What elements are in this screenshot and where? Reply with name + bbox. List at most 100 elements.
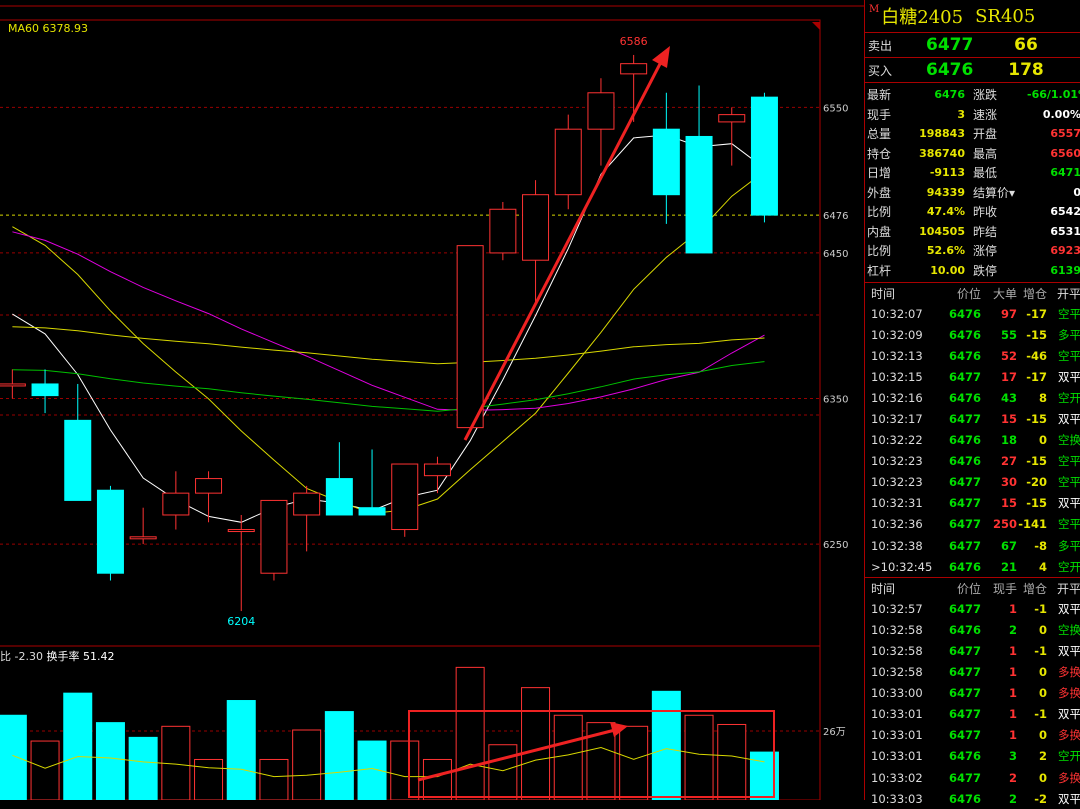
stats-row: 日增 -9113 最低 6471: [865, 163, 1080, 183]
tick-oi-change: -20: [1026, 475, 1047, 490]
stats-label[interactable]: 结算价▾: [965, 184, 1027, 201]
tick-time: 10:33:03: [871, 791, 923, 806]
tick-row[interactable]: 10:33:02 6477 2 0 多换: [865, 767, 1080, 788]
tick-row[interactable]: 10:32:15 6477 17 -17 双平: [865, 366, 1080, 387]
tick-row[interactable]: 10:32:58 6476 2 0 空换: [865, 619, 1080, 640]
ma10-line: [12, 170, 765, 515]
ticks-header: 时间 价位 现手 增仓 开平: [865, 578, 1080, 598]
tick-volume: 52: [1000, 348, 1017, 363]
candle-up: [195, 478, 223, 494]
tick-row[interactable]: 10:32:23 6477 30 -20 空平: [865, 472, 1080, 493]
stats-label: 比例: [867, 205, 892, 220]
tick-time: 10:32:07: [871, 306, 923, 321]
column-header: 增仓: [1022, 286, 1047, 301]
tick-row[interactable]: 10:32:58 6477 1 -1 双平: [865, 640, 1080, 661]
ask-row[interactable]: 卖出 6477 66: [865, 33, 1080, 58]
tick-oi-change: 0: [1038, 770, 1047, 785]
stats-value: 6531: [1050, 224, 1080, 238]
tick-volume: 30: [1000, 475, 1017, 490]
stats-value: 0.00%: [1042, 107, 1080, 121]
stats-value: 47.4%: [926, 205, 965, 219]
tick-oi-change: 2: [1038, 749, 1047, 764]
candle-up: [260, 499, 288, 574]
tick-time: 10:32:58: [871, 643, 923, 658]
stats-label: 日增: [867, 166, 892, 181]
tick-oi-change: -46: [1026, 348, 1047, 363]
tick-row[interactable]: 10:32:36 6477 250 -141 空平: [865, 514, 1080, 535]
stats-value: 198843: [919, 127, 965, 141]
kline-chart[interactable]: 6550 6476 6450 6350 6250 6586 6204 26万: [0, 0, 864, 800]
tick-open-close: 双平: [1058, 707, 1080, 722]
tick-time: 10:32:13: [871, 348, 923, 363]
stats-label: 涨停: [973, 244, 998, 259]
tick-price: 6477: [948, 707, 981, 722]
tick-row[interactable]: 10:32:16 6476 43 8 空开: [865, 387, 1080, 408]
tick-row[interactable]: 10:32:31 6477 15 -15 双平: [865, 493, 1080, 514]
tick-row[interactable]: 10:32:07 6476 97 -17 空平: [865, 303, 1080, 324]
tick-row[interactable]: 10:32:58 6477 1 0 多换: [865, 662, 1080, 683]
tick-oi-change: 0: [1038, 728, 1047, 743]
tick-volume: 2: [1008, 622, 1017, 637]
tick-open-close: 空平: [1058, 517, 1080, 532]
price-axis-label: 6550: [823, 103, 848, 114]
tick-price: 6476: [948, 348, 981, 363]
volume-bar-down: [0, 714, 27, 800]
tick-row[interactable]: 10:32:17 6477 15 -15 双平: [865, 408, 1080, 429]
tick-price: 6477: [948, 517, 981, 532]
tick-row[interactable]: 10:32:23 6476 27 -15 空平: [865, 451, 1080, 472]
tick-row[interactable]: 10:33:03 6476 2 -2 双平: [865, 788, 1080, 809]
tick-volume: 18: [1000, 433, 1017, 448]
column-header: 时间: [871, 581, 896, 596]
volume-bar-down: [324, 711, 354, 800]
quote-sidebar: M 白糖2405 SR405 卖出 6477 66 买入 6476 178 最新…: [864, 0, 1080, 806]
tick-volume: 1: [1008, 643, 1017, 658]
tick-row[interactable]: 10:33:01 6476 3 2 空开: [865, 746, 1080, 767]
stats-row: 比例 52.6% 涨停 6923: [865, 241, 1080, 261]
stats-row: 总量 198843 开盘 6557: [865, 124, 1080, 144]
bid-row[interactable]: 买入 6476 178: [865, 58, 1080, 83]
stats-row: 内盘 104505 昨结 6531: [865, 222, 1080, 242]
candle-up: [423, 463, 451, 477]
kline-chart-area[interactable]: 6550 6476 6450 6350 6250 6586 6204 26万 MA60 637…: [0, 0, 864, 800]
tick-open-close: 多换: [1058, 728, 1080, 743]
stats-value: 0: [1073, 185, 1080, 199]
tick-row[interactable]: 10:32:22 6476 18 0 空换: [865, 430, 1080, 451]
stats-value: 3: [957, 107, 965, 121]
tick-oi-change: 0: [1038, 665, 1047, 680]
tick-row[interactable]: 10:33:00 6477 1 0 多换: [865, 683, 1080, 704]
tick-price: 6477: [948, 496, 981, 511]
tick-row[interactable]: 10:32:57 6477 1 -1 双平: [865, 598, 1080, 619]
volume-bar-down: [95, 722, 125, 800]
stats-label: 现手: [867, 107, 892, 122]
tick-oi-change: -1: [1034, 707, 1047, 722]
trade-ticks-table[interactable]: 时间 价位 现手 增仓 开平 10:32:57 6477 1 -1 双平 10:32:58 6476 2…: [865, 578, 1080, 809]
stats-label: 涨跌: [973, 88, 998, 103]
column-header: 价位: [956, 581, 981, 596]
candle-up: [718, 114, 746, 123]
tick-row[interactable]: 10:33:01 6477 1 -1 双平: [865, 704, 1080, 725]
candle-down: [685, 135, 713, 254]
stats-value: 10.00: [930, 263, 965, 277]
symbol-code: SR405: [975, 5, 1036, 27]
big-order-ticks-table[interactable]: 时间 价位 大单 增仓 开平 10:32:07 6476 97 -17 空平 10:32:09 647…: [865, 283, 1080, 579]
tick-time: 10:32:15: [871, 369, 923, 384]
volume-axis-label: 26万: [823, 727, 846, 738]
tick-time: 10:33:00: [871, 686, 923, 701]
candle-down: [750, 96, 778, 216]
tick-open-close: 多换: [1058, 770, 1080, 785]
tick-volume: 97: [1000, 306, 1017, 321]
tick-row[interactable]: >10:32:45 6476 21 4 空开: [865, 556, 1080, 577]
tick-row[interactable]: 10:32:09 6476 55 -15 多平: [865, 324, 1080, 345]
tick-row[interactable]: 10:32:13 6476 52 -46 空平: [865, 345, 1080, 366]
column-header: 现手: [992, 581, 1017, 596]
symbol-header[interactable]: M 白糖2405 SR405: [865, 0, 1080, 33]
tick-price: 6477: [948, 475, 981, 490]
stats-value: 386740: [919, 146, 965, 160]
tick-open-close: 空换: [1058, 433, 1080, 448]
tick-open-close: 空平: [1058, 306, 1080, 321]
stats-value: -66/1.01%: [1027, 88, 1080, 102]
tick-row[interactable]: 10:33:01 6477 1 0 多换: [865, 725, 1080, 746]
m-badge: M: [869, 4, 880, 15]
stats-value: 6476: [934, 88, 965, 102]
tick-row[interactable]: 10:32:38 6477 67 -8 多平: [865, 535, 1080, 556]
